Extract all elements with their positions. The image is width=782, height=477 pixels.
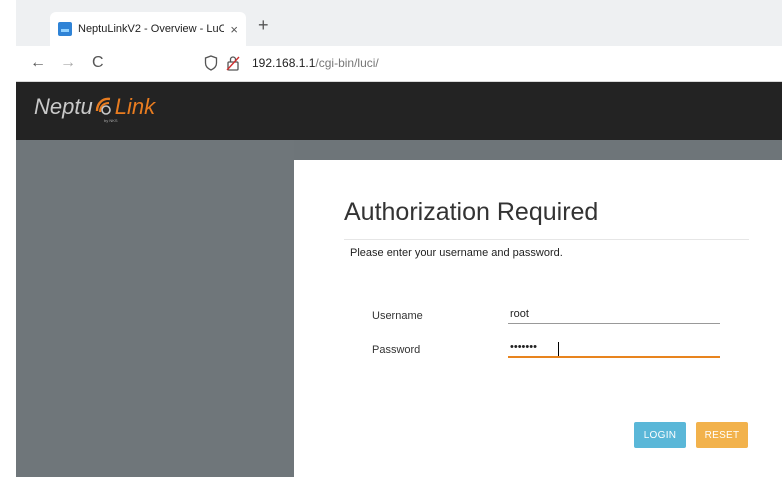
neptulink-logo[interactable]: Neptu Link by NKS [34,92,155,132]
login-button[interactable]: LOGIN [634,422,686,448]
password-input[interactable] [508,338,720,358]
logo-text-right: Link [114,94,156,119]
url-host: 192.168.1.1 [252,56,316,70]
navigation-bar: ← → C 192.168.1.1/cgi-bin/luci/ [16,46,782,82]
tab-bar: NeptuLinkV2 - Overview - LuCI × + [16,0,782,46]
favicon-icon [58,22,72,36]
site-header: Neptu Link by NKS [16,82,782,140]
reset-button[interactable]: RESET [696,422,748,448]
back-button[interactable]: ← [30,53,46,73]
username-input[interactable] [508,304,720,324]
password-label: Password [372,344,421,356]
browser-tab[interactable]: NeptuLinkV2 - Overview - LuCI × [50,12,246,46]
page-content: Neptu Link by NKS Authorization Required… [16,82,782,477]
reload-button[interactable]: C [92,53,104,73]
tab-close-button[interactable]: × [230,22,238,37]
title-divider [344,239,749,240]
side-panel [16,140,294,477]
page-title: Authorization Required [344,198,599,226]
tab-title: NeptuLinkV2 - Overview - LuCI [78,23,225,35]
logo-wave-icon [95,97,111,115]
browser-window: NeptuLinkV2 - Overview - LuCI × + ← → C … [16,0,782,477]
url-path: /cgi-bin/luci/ [315,56,379,70]
login-hint: Please enter your username and password. [350,247,563,259]
address-bar[interactable]: 192.168.1.1/cgi-bin/luci/ [252,56,379,70]
new-tab-button[interactable]: + [258,16,269,34]
login-card: Authorization Required Please enter your… [294,160,782,477]
logo-subtitle: by NKS [104,118,118,123]
insecure-lock-icon[interactable] [226,55,240,71]
text-caret [558,342,559,356]
forward-button[interactable]: → [60,53,76,73]
shield-icon[interactable] [204,55,218,71]
logo-text-left: Neptu [34,94,93,119]
username-label: Username [372,310,423,322]
